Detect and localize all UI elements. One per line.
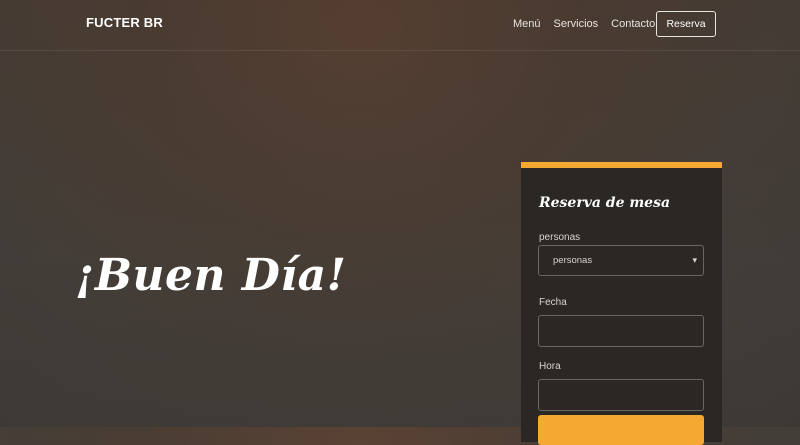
nav-link-servicios[interactable]: Servicios	[554, 18, 599, 30]
submit-button[interactable]	[538, 415, 704, 445]
nav-link-menu[interactable]: Menú	[513, 18, 541, 30]
people-label: personas	[539, 232, 581, 243]
reservation-form: Reserva de mesa personas personas ▾ Fech…	[521, 162, 722, 445]
chevron-down-icon: ▾	[692, 255, 697, 265]
reserva-button[interactable]: Reserva	[656, 11, 716, 37]
form-title: Reserva de mesa	[539, 195, 671, 211]
time-label: Hora	[539, 361, 561, 372]
brand-logo[interactable]: FUCTER BR	[86, 15, 163, 30]
time-input[interactable]	[538, 379, 704, 411]
date-label: Fecha	[539, 297, 567, 308]
navbar: FUCTER BR Menú Servicios Contacto Reserv…	[0, 0, 800, 51]
nav-link-contacto[interactable]: Contacto	[611, 18, 655, 30]
hero-title: ¡Buen Día!	[75, 250, 347, 301]
people-select[interactable]: personas ▾	[538, 245, 704, 276]
date-input[interactable]	[538, 315, 704, 347]
people-select-value: personas	[553, 255, 593, 266]
nav-links: Menú Servicios Contacto	[513, 18, 668, 30]
